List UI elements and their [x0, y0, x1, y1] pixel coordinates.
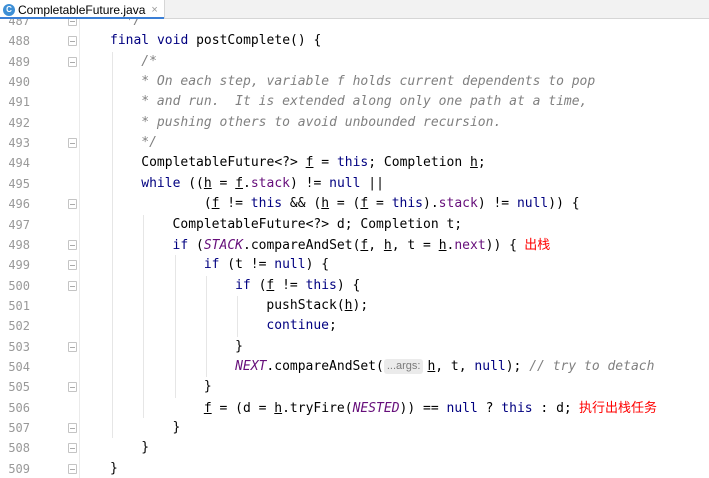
code-text: CompletableFuture<?> d; Completion t;	[172, 216, 463, 232]
code-text: */	[125, 19, 142, 28]
fold-marker-icon[interactable]	[68, 199, 77, 210]
chinese-annotation: 执行出栈任务	[571, 399, 657, 415]
code-text: (f != this && (h = (f = this).stack) != …	[203, 196, 580, 212]
code-text: NEXT.compareAndSet(...args: h, t, null); …	[235, 358, 655, 374]
code-line: 509}	[0, 459, 709, 478]
code-line: 494 CompletableFuture<?> f = this; Comple…	[0, 153, 709, 173]
code-text: continue;	[266, 318, 337, 334]
code-text: if (STACK.compareAndSet(f, h, t = h.next…	[172, 236, 551, 253]
line-number: 505	[8, 380, 30, 395]
parameter-hint: ...args:	[383, 358, 424, 374]
code-text: * On each step, variable f holds current…	[141, 74, 596, 90]
line-number: 492	[8, 115, 30, 130]
code-line: 496 (f != this && (h = (f = this).stack) …	[0, 194, 709, 214]
line-number: 502	[8, 319, 30, 334]
code-line: 507}	[0, 418, 709, 438]
code-text: final void postComplete() {	[110, 33, 322, 49]
code-line: 501 pushStack(h);	[0, 296, 709, 316]
line-number: 496	[8, 197, 30, 212]
code-text: }	[235, 338, 243, 354]
code-text: /*	[141, 53, 157, 69]
code-text: CompletableFuture<?> f = this; Completio…	[141, 155, 486, 171]
line-number: 501	[8, 298, 30, 313]
code-text: if (f != this) {	[235, 277, 361, 293]
code-line: 493 */	[0, 133, 709, 153]
line-number: 509	[8, 461, 30, 476]
code-line: 489 /*	[0, 52, 709, 72]
line-number: 489	[8, 54, 30, 69]
code-text: if (t != null) {	[203, 257, 330, 273]
code-line: 498 if (STACK.compareAndSet(f, h, t = h.n…	[0, 235, 709, 255]
code-line: 508}	[0, 438, 709, 458]
indent-guide	[143, 214, 145, 418]
code-line: 500 if (f != this) {	[0, 276, 709, 296]
code-text: pushStack(h);	[266, 297, 369, 313]
fold-marker-icon[interactable]	[68, 36, 77, 47]
tab-completablefuture-java[interactable]: C CompletableFuture.java ×	[0, 0, 165, 19]
code-line: 495 while ((h = f.stack) != null ||	[0, 174, 709, 194]
code-line: 505}	[0, 377, 709, 397]
fold-marker-icon[interactable]	[68, 463, 77, 474]
code-line: 488 final void postComplete() {	[0, 31, 709, 51]
indent-guide	[237, 295, 239, 337]
tab-filename: CompletableFuture.java	[18, 2, 146, 17]
indent-guide	[205, 275, 207, 378]
line-number: 491	[8, 95, 30, 110]
line-number: 495	[8, 176, 30, 191]
code-line: 497 CompletableFuture<?> d; Completion t;	[0, 215, 709, 235]
code-text: */	[141, 135, 157, 151]
code-text: while ((h = f.stack) != null ||	[141, 175, 384, 191]
close-tab-icon[interactable]: ×	[151, 4, 157, 16]
code-line: 491 * and run. It is extended along only …	[0, 92, 709, 112]
line-number: 506	[8, 400, 30, 415]
line-number: 504	[8, 359, 30, 374]
line-number: 498	[8, 237, 30, 252]
java-class-icon: C	[3, 3, 15, 16]
line-number: 494	[8, 156, 30, 171]
fold-marker-icon[interactable]	[68, 56, 77, 67]
line-number: 500	[8, 278, 30, 293]
chinese-annotation: 出栈	[516, 236, 551, 252]
fold-marker-icon[interactable]	[68, 443, 77, 454]
code-line: 504 NEXT.compareAndSet(...args: h, t, null…	[0, 357, 709, 377]
code-line: 503}	[0, 337, 709, 357]
code-text: * and run. It is extended along only one…	[141, 94, 588, 110]
code-editor[interactable]: 487 */ 488 final void postComplete() { 489 /*…	[0, 19, 709, 478]
line-number: 508	[8, 441, 30, 456]
editor-tab-bar: C CompletableFuture.java ×	[0, 0, 709, 19]
code-line: 506 f = (d = h.tryFire(NESTED)) == null ?…	[0, 398, 709, 418]
code-text: }	[141, 440, 150, 456]
line-number: 490	[8, 75, 30, 90]
line-number: 487	[8, 19, 30, 28]
code-text: f = (d = h.tryFire(NESTED)) == null ? th…	[203, 399, 657, 416]
fold-marker-icon[interactable]	[68, 138, 77, 149]
fold-marker-icon[interactable]	[68, 423, 77, 433]
code-line: 502 continue;	[0, 316, 709, 336]
line-number: 503	[8, 339, 30, 354]
code-line: 490 * On each step, variable f holds curr…	[0, 72, 709, 92]
fold-marker-icon[interactable]	[68, 382, 77, 393]
fold-marker-icon[interactable]	[68, 239, 77, 250]
fold-marker-icon[interactable]	[68, 260, 77, 271]
fold-marker-icon[interactable]	[68, 19, 77, 26]
line-number: 499	[8, 258, 30, 273]
indent-guide	[112, 51, 113, 439]
fold-marker-icon[interactable]	[68, 280, 77, 291]
indent-guide	[174, 255, 176, 398]
line-number: 488	[8, 34, 30, 49]
line-number: 493	[8, 136, 30, 151]
code-line: 492 * pushing others to avoid unbounded r…	[0, 113, 709, 133]
code-text: * pushing others to avoid unbounded recu…	[141, 114, 502, 130]
code-line: 487 */	[0, 19, 709, 31]
code-text: }	[172, 420, 181, 435]
line-number: 507	[8, 421, 30, 435]
code-text: }	[203, 379, 212, 395]
code-text: }	[110, 460, 118, 476]
fold-marker-icon[interactable]	[68, 341, 77, 352]
code-line: 499 if (t != null) {	[0, 255, 709, 275]
line-number: 497	[8, 217, 30, 232]
